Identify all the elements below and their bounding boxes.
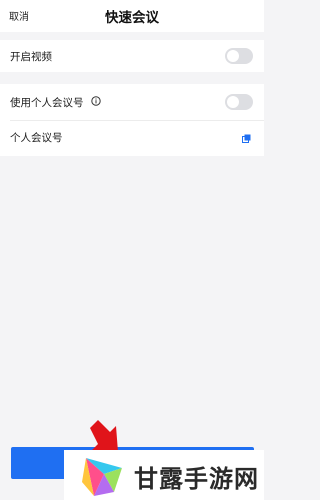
- personal-id-toggle[interactable]: [225, 94, 253, 110]
- toggle-knob: [227, 96, 239, 108]
- page-title: 快速会议: [105, 10, 159, 26]
- watermark-overlay: 甘露手游网: [64, 450, 264, 500]
- video-setting-label: 开启视频: [10, 51, 52, 63]
- info-icon[interactable]: [91, 96, 101, 106]
- personal-id-section: 使用个人会议号 个人会议号: [0, 84, 264, 156]
- watermark-logo-icon: [82, 458, 122, 496]
- top-bar: 取消 快速会议: [0, 0, 264, 32]
- personal-id-label: 使用个人会议号: [10, 97, 84, 109]
- personal-id-number-row: 个人会议号: [0, 120, 264, 156]
- personal-id-number-label: 个人会议号: [10, 132, 63, 144]
- toggle-knob: [227, 50, 239, 62]
- copy-icon[interactable]: [242, 134, 251, 143]
- watermark-text: 甘露手游网: [134, 465, 259, 493]
- video-setting-row: 开启视频: [0, 40, 264, 72]
- video-toggle[interactable]: [225, 48, 253, 64]
